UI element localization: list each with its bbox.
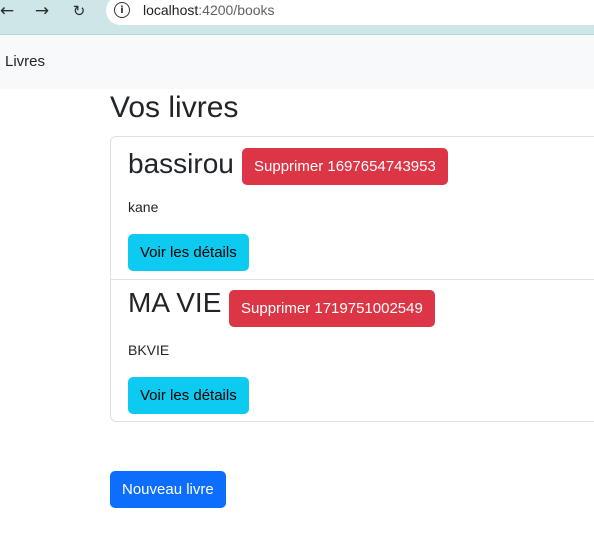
book-title: MA VIE	[128, 287, 222, 318]
view-details-button[interactable]: Voir les détails	[128, 234, 249, 271]
book-author: BKVIE	[128, 342, 170, 358]
address-bar[interactable]: i localhost:4200/books	[106, 0, 594, 25]
book-author: kane	[128, 199, 159, 215]
view-details-button[interactable]: Voir les détails	[128, 377, 249, 414]
page-title: Vos livres	[110, 91, 239, 124]
reload-icon[interactable]: ↻	[68, 0, 90, 22]
browser-toolbar: ← → ↻ i localhost:4200/books	[0, 0, 594, 35]
navbar-brand-link[interactable]: Livres	[5, 53, 45, 70]
book-list-item: MA VIE Supprimer 1719751002549 BKVIE Voi…	[111, 280, 594, 422]
site-info-icon[interactable]: i	[114, 2, 130, 18]
book-title: bassirou	[128, 148, 234, 179]
delete-book-button[interactable]: Supprimer 1697654743953	[242, 148, 448, 185]
book-list-item: bassirou Supprimer 1697654743953 kane Vo…	[111, 137, 594, 280]
url-text[interactable]: localhost:4200/books	[143, 2, 275, 18]
delete-book-button[interactable]: Supprimer 1719751002549	[229, 290, 435, 327]
url-host: localhost	[143, 2, 199, 18]
back-arrow-icon[interactable]: ←	[0, 0, 18, 22]
navbar: Livres	[0, 35, 594, 89]
url-path: :4200/books	[198, 2, 275, 18]
book-list: bassirou Supprimer 1697654743953 kane Vo…	[110, 136, 594, 422]
new-book-button[interactable]: Nouveau livre	[110, 471, 226, 508]
forward-arrow-icon[interactable]: →	[31, 0, 53, 22]
